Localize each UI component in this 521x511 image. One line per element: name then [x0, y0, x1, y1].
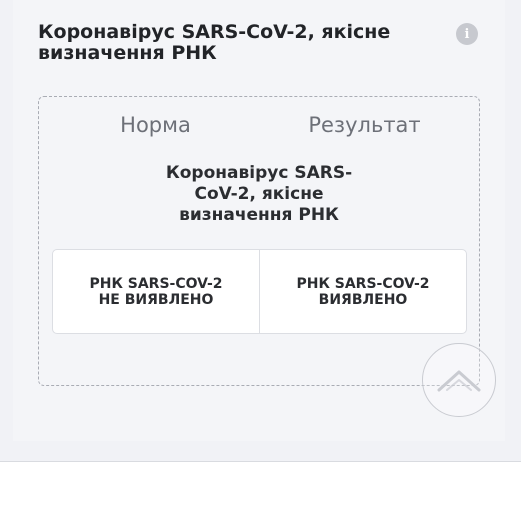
norm-header: Норма [120, 113, 191, 137]
scroll-to-top-button[interactable] [422, 343, 496, 417]
card-title: Коронавірус SARS-CoV-2, якісне визначенн… [38, 21, 391, 64]
info-icon[interactable]: i [456, 23, 478, 45]
chevron-up-icon [437, 370, 481, 392]
result-table: Норма Результат Коронавірус SARS-CoV-2, … [38, 96, 480, 386]
norm-value: РНК SARS-COV-2 НЕ ВИЯВЛЕНО [53, 250, 260, 333]
result-value: РНК SARS-COV-2 ВИЯВЛЕНО [296, 275, 430, 308]
result-header: Результат [308, 113, 421, 137]
values-row: РНК SARS-COV-2 НЕ ВИЯВЛЕНО РНК SARS-COV-… [52, 249, 467, 334]
test-name: Коронавірус SARS-CoV-2, якісне визначенн… [165, 163, 353, 225]
